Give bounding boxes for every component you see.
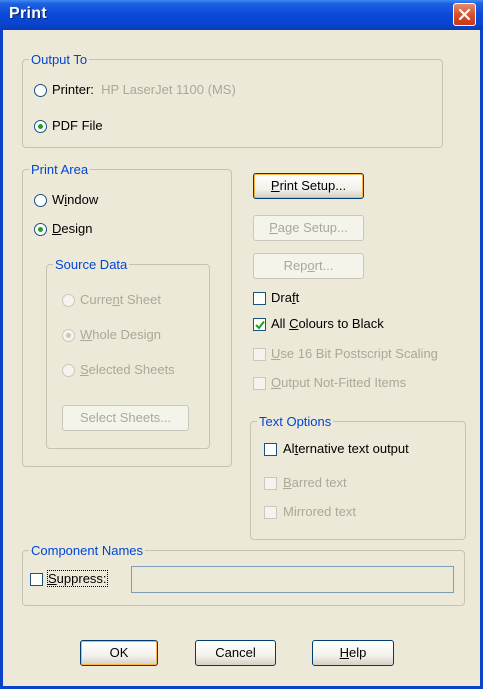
close-icon [458,8,471,21]
all-colours-to-black-checkbox[interactable] [253,318,266,331]
suppress-checkbox[interactable] [30,573,43,586]
help-button[interactable]: Help [312,640,394,666]
barred-text-checkbox[interactable] [264,477,277,490]
current-sheet-label: Current Sheet [80,292,161,307]
report-button[interactable]: Report... [253,253,364,279]
source-data-legend: Source Data [55,257,128,272]
pdf-file-radio[interactable] [34,120,47,133]
whole-design-label: Whole Design [80,327,161,342]
printer-name: HP LaserJet 1100 (MS) [101,82,236,97]
alternative-text-checkbox[interactable] [264,443,277,456]
print-setup-button[interactable]: Print Setup... [253,173,364,199]
output-not-fitted-label: Output Not-Fitted Items [271,375,407,390]
output-to-group: Output To [22,52,443,148]
component-name-input[interactable] [131,566,454,593]
mirrored-text-label: Mirrored text [283,504,356,519]
draft-label: Draft [271,290,300,305]
pdf-file-label: PDF File [52,118,103,133]
design-radio[interactable] [34,223,47,236]
output-not-fitted-checkbox[interactable] [253,377,266,390]
output-to-legend: Output To [31,52,88,67]
mirrored-text-checkbox[interactable] [264,506,277,519]
selected-sheets-label: Selected Sheets [80,362,175,377]
component-names-legend: Component Names [31,543,143,558]
text-options-legend: Text Options [259,414,332,429]
whole-design-radio[interactable] [62,329,75,342]
barred-text-label: Barred text [283,475,347,490]
print-area-legend: Print Area [31,162,89,177]
select-sheets-button[interactable]: Select Sheets... [62,405,189,431]
printer-label: Printer: HP LaserJet 1100 (MS) [52,82,236,97]
design-label: Design [52,221,93,236]
suppress-label: Suppress: [47,570,108,587]
draft-checkbox[interactable] [253,292,266,305]
postscript-scaling-label: Use 16 Bit Postscript Scaling [271,346,438,361]
cancel-button[interactable]: Cancel [195,640,276,666]
alternative-text-label: Alternative text output [283,441,409,456]
ok-button[interactable]: OK [80,640,158,666]
window-radio[interactable] [34,194,47,207]
dialog-title: Print [9,5,47,22]
close-button[interactable] [453,3,476,26]
selected-sheets-radio[interactable] [62,364,75,377]
current-sheet-radio[interactable] [62,294,75,307]
postscript-scaling-checkbox[interactable] [253,348,266,361]
checkmark-icon [255,320,265,330]
title-bar[interactable]: Print [0,0,483,30]
window-label: Window [52,192,99,207]
printer-radio[interactable] [34,84,47,97]
all-colours-to-black-label: All Colours to Black [271,316,384,331]
page-setup-button[interactable]: Page Setup... [253,215,364,241]
